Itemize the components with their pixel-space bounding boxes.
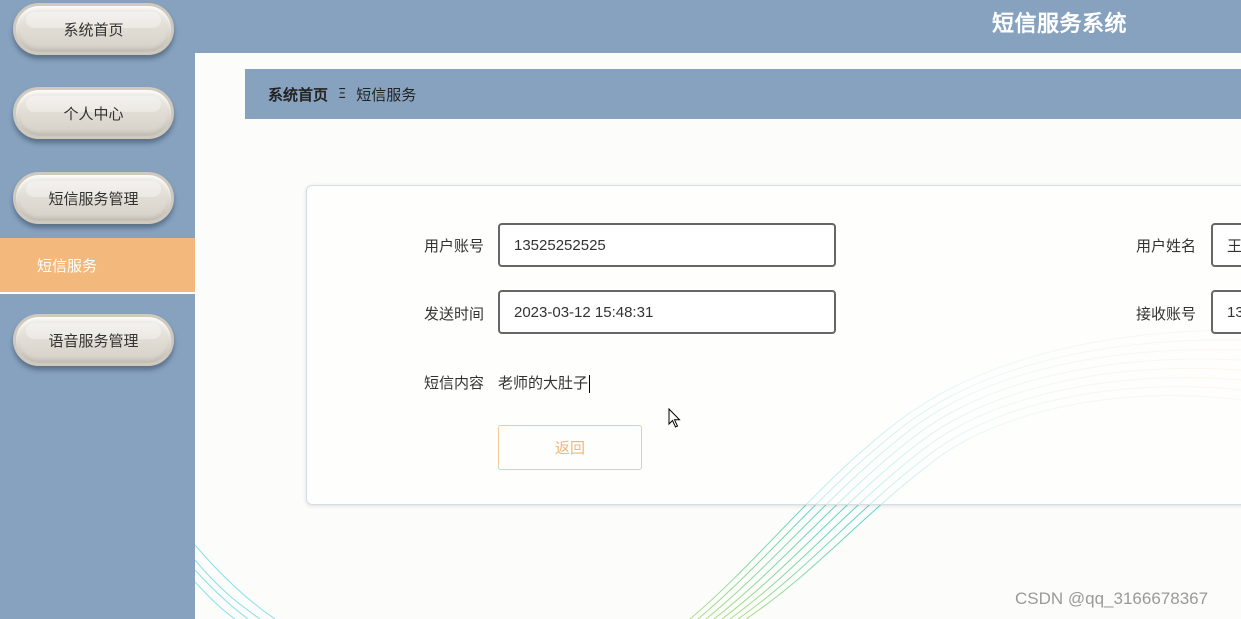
- send-time-label: 发送时间: [424, 305, 485, 323]
- watermark: CSDN @qq_3166678367: [1015, 589, 1209, 608]
- sidebar: 系统首页 个人中心 短信服务管理 短信服务 语音服务管理: [0, 0, 195, 619]
- account-field[interactable]: 13525252525: [498, 223, 836, 267]
- sidebar-item-personal-center[interactable]: 个人中心: [13, 87, 174, 139]
- sidebar-item-voice-service-management[interactable]: 语音服务管理: [13, 314, 174, 366]
- sidebar-item-label: 短信服务管理: [48, 189, 139, 208]
- receiver-field[interactable]: 13: [1211, 290, 1241, 334]
- breadcrumb-current: 短信服务: [356, 85, 417, 104]
- breadcrumb: 系统首页 Ξ 短信服务: [245, 69, 1241, 119]
- sidebar-item-label: 语音服务管理: [48, 331, 139, 350]
- breadcrumb-home[interactable]: 系统首页: [268, 84, 328, 105]
- send-time-field[interactable]: 2023-03-12 15:48:31: [498, 290, 836, 334]
- app-title: 短信服务系统: [992, 12, 1128, 37]
- name-label: 用户姓名: [1136, 237, 1197, 255]
- mouse-pointer-icon: [668, 408, 681, 428]
- back-button[interactable]: 返回: [498, 425, 642, 470]
- sidebar-item-sms-service[interactable]: 短信服务: [0, 238, 195, 294]
- text-caret: [589, 374, 591, 393]
- sidebar-item-sms-service-management[interactable]: 短信服务管理: [13, 172, 174, 224]
- content-editor[interactable]: 老师的大肚子: [498, 372, 591, 393]
- sms-detail-form: 用户账号 13525252525 用户姓名 王 发送时间 2023-03-12 …: [306, 185, 1241, 505]
- content-text: 老师的大肚子: [498, 374, 589, 392]
- account-label: 用户账号: [424, 237, 485, 255]
- breadcrumb-separator-icon: Ξ: [338, 86, 347, 102]
- sidebar-item-label: 个人中心: [63, 104, 124, 123]
- sidebar-item-home[interactable]: 系统首页: [13, 3, 174, 55]
- receiver-label: 接收账号: [1136, 305, 1197, 323]
- top-header: 短信服务系统: [195, 0, 1241, 53]
- sidebar-item-label: 系统首页: [63, 20, 124, 39]
- sidebar-item-label: 短信服务: [37, 256, 98, 275]
- name-field[interactable]: 王: [1211, 223, 1241, 267]
- content-label: 短信内容: [424, 374, 485, 392]
